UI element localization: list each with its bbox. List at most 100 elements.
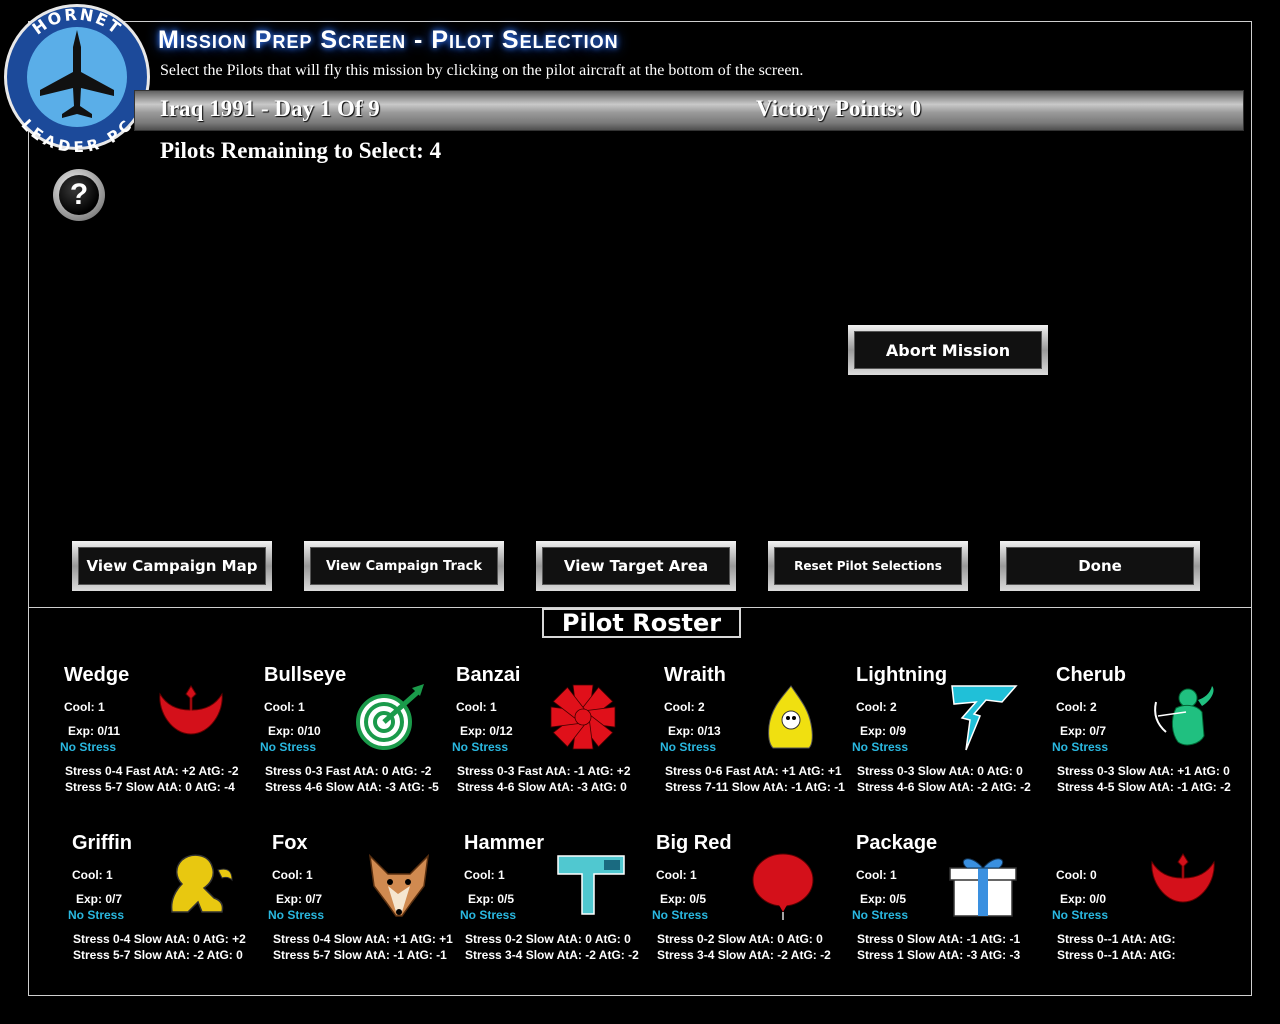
pilot-name: Cherub [1056, 664, 1126, 686]
pilot-stress-status: No Stress [260, 740, 317, 754]
help-button[interactable]: ? [53, 169, 105, 221]
pilot-cool: Cool: 1 [72, 868, 113, 882]
pilot-stress-line-1: Stress 0-3 Fast AtA: -1 AtG: +2 [457, 764, 631, 778]
view-target-area-button[interactable]: View Target Area [536, 541, 736, 591]
pilot-name: Lightning [856, 664, 948, 686]
pilot-card-package[interactable]: Package Cool: 1 Exp: 0/5 No Stress Stres… [852, 832, 1046, 972]
victory-points-label: Victory Points: 0 [756, 96, 922, 121]
pilot-stress-status: No Stress [460, 908, 517, 922]
pilot-card-lightning[interactable]: Lightning Cool: 2 Exp: 0/9 No Stress Str… [852, 664, 1046, 804]
pilot-stress-status: No Stress [60, 740, 117, 754]
view-campaign-map-button[interactable]: View Campaign Map [72, 541, 272, 591]
pilot-name: Wedge [64, 664, 130, 686]
pilot-card-hammer[interactable]: Hammer Cool: 1 Exp: 0/5 No Stress Stress… [460, 832, 654, 972]
reset-pilot-selections-button[interactable]: Reset Pilot Selections [768, 541, 968, 591]
abort-mission-button[interactable]: Abort Mission [848, 325, 1048, 375]
pilot-stress-line-1: Stress 0-2 Slow AtA: 0 AtG: 0 [657, 932, 823, 946]
pilot-stress-status: No Stress [68, 908, 125, 922]
pilot-exp: Exp: 0/5 [860, 892, 907, 906]
pilot-name: Big Red [656, 832, 732, 854]
pilot-name: Griffin [72, 832, 132, 854]
question-mark-icon: ? [59, 175, 99, 215]
pilot-stress-line-2: Stress 4-5 Slow AtA: -1 AtG: -2 [1057, 780, 1231, 794]
pilot-cool: Cool: 1 [264, 700, 305, 714]
pilot-card-banzai[interactable]: Banzai Cool: 1 Exp: 0/12 No Stress Stres… [452, 664, 646, 804]
pilot-stress-status: No Stress [1052, 908, 1109, 922]
pilot-exp: Exp: 0/12 [460, 724, 513, 738]
pilot-stress-status: No Stress [852, 908, 909, 922]
red-balloon-icon [752, 853, 814, 920]
pilot-exp: Exp: 0/13 [668, 724, 721, 738]
griffin-lion-icon [170, 854, 233, 913]
pilot-stress-line-1: Stress 0-4 Fast AtA: +2 AtG: -2 [65, 764, 239, 778]
pilot-stress-line-2: Stress 5-7 Slow AtA: -1 AtG: -1 [273, 948, 447, 962]
rising-sun-burst-icon [550, 684, 616, 750]
pilot-exp: Exp: 0/7 [1060, 724, 1107, 738]
pilot-stress-status: No Stress [660, 740, 717, 754]
pilot-stress-line-1: Stress 0-3 Slow AtA: 0 AtG: 0 [857, 764, 1023, 778]
lightning-bolt-icon [951, 685, 1018, 751]
hornet-leader-logo: HORNET LEADER PC [4, 4, 150, 152]
pilot-cool: Cool: 2 [664, 700, 705, 714]
view-campaign-track-button[interactable]: View Campaign Track [304, 541, 504, 591]
pilot-stress-line-2: Stress 7-11 Slow AtA: -1 AtG: -1 [665, 780, 845, 794]
pilot-stress-line-2: Stress 1 Slow AtA: -3 AtG: -3 [857, 948, 1021, 962]
pilot-card-unnamed[interactable]: Cool: 0 Exp: 0/0 No Stress Stress 0--1 A… [1052, 832, 1246, 972]
pilot-stress-line-2: Stress 3-4 Slow AtA: -2 AtG: -2 [465, 948, 639, 962]
pilot-card-bullseye[interactable]: Bullseye Cool: 1 Exp: 0/10 No Stress Str… [260, 664, 454, 804]
done-button[interactable]: Done [1000, 541, 1200, 591]
pilot-stress-line-2: Stress 0--1 AtA: AtG: [1057, 948, 1176, 962]
pilot-stress-line-2: Stress 5-7 Slow AtA: 0 AtG: -4 [65, 780, 235, 794]
pilot-stress-line-1: Stress 0-4 Slow AtA: 0 AtG: +2 [73, 932, 246, 946]
pilot-cool: Cool: 1 [856, 868, 897, 882]
pilot-card-griffin[interactable]: Griffin Cool: 1 Exp: 0/7 No Stress Stres… [68, 832, 262, 972]
pilot-name: Hammer [464, 832, 545, 854]
pilot-exp: Exp: 0/9 [860, 724, 907, 738]
campaign-day-label: Iraq 1991 - Day 1 Of 9 [160, 96, 380, 121]
pilot-stress-line-2: Stress 4-6 Slow AtA: -3 AtG: -5 [265, 780, 439, 794]
pilot-card-cherub[interactable]: Cherub Cool: 2 Exp: 0/7 No Stress Stress… [1052, 664, 1246, 804]
gift-package-icon [949, 858, 1017, 917]
pilot-cool: Cool: 2 [1056, 700, 1097, 714]
pilot-stress-line-1: Stress 0 Slow AtA: -1 AtG: -1 [857, 932, 1021, 946]
pilot-stress-status: No Stress [852, 740, 909, 754]
bullseye-target-icon [356, 684, 424, 750]
pilot-stress-line-1: Stress 0--1 AtA: AtG: [1057, 932, 1176, 946]
pilot-cool: Cool: 0 [1056, 868, 1097, 882]
pilot-stress-line-1: Stress 0-3 Fast AtA: 0 AtG: -2 [265, 764, 432, 778]
red-anchor-icon [1151, 853, 1215, 903]
pilot-card-wedge[interactable]: Wedge Cool: 1 Exp: 0/11 No Stress Stress… [60, 664, 254, 804]
pilot-stress-line-1: Stress 0-2 Slow AtA: 0 AtG: 0 [465, 932, 631, 946]
pilot-cool: Cool: 2 [856, 700, 897, 714]
pilot-stress-line-2: Stress 3-4 Slow AtA: -2 AtG: -2 [657, 948, 831, 962]
pilot-exp: Exp: 0/10 [268, 724, 321, 738]
pilot-exp: Exp: 0/5 [660, 892, 707, 906]
pilot-stress-status: No Stress [452, 740, 509, 754]
pilot-exp: Exp: 0/7 [76, 892, 123, 906]
pilot-card-wraith[interactable]: Wraith Cool: 2 Exp: 0/13 No Stress Stres… [660, 664, 854, 804]
fox-head-icon [368, 853, 430, 917]
pilot-stress-line-1: Stress 0-3 Slow AtA: +1 AtG: 0 [1057, 764, 1230, 778]
pilot-card-fox[interactable]: Fox Cool: 1 Exp: 0/7 No Stress Stress 0-… [268, 832, 462, 972]
pilot-exp: Exp: 0/7 [276, 892, 323, 906]
pilot-name: Wraith [664, 664, 726, 686]
pilot-name: Banzai [456, 664, 521, 686]
cherub-archer-icon [1154, 686, 1214, 746]
pilot-card-big-red[interactable]: Big Red Cool: 1 Exp: 0/5 No Stress Stres… [652, 832, 846, 972]
page-subtitle: Select the Pilots that will fly this mis… [160, 62, 804, 79]
pilot-cool: Cool: 1 [64, 700, 105, 714]
pilot-stress-line-1: Stress 0-4 Slow AtA: +1 AtG: +1 [273, 932, 453, 946]
pilot-exp: Exp: 0/0 [1060, 892, 1107, 906]
hammer-icon [557, 855, 625, 915]
pilot-roster-title: Pilot Roster [542, 608, 741, 638]
pilot-stress-line-2: Stress 5-7 Slow AtA: -2 AtG: 0 [73, 948, 243, 962]
pilot-exp: Exp: 0/11 [68, 724, 121, 738]
pilot-stress-line-2: Stress 4-6 Slow AtA: -2 AtG: -2 [857, 780, 1031, 794]
red-anchor-icon [159, 685, 223, 735]
pilot-name: Bullseye [264, 664, 347, 686]
pilots-remaining-label: Pilots Remaining to Select: 4 [160, 138, 442, 163]
pilot-stress-line-2: Stress 4-6 Slow AtA: -3 AtG: 0 [457, 780, 627, 794]
pilot-stress-status: No Stress [652, 908, 709, 922]
pilot-cool: Cool: 1 [656, 868, 697, 882]
pilot-cool: Cool: 1 [272, 868, 313, 882]
